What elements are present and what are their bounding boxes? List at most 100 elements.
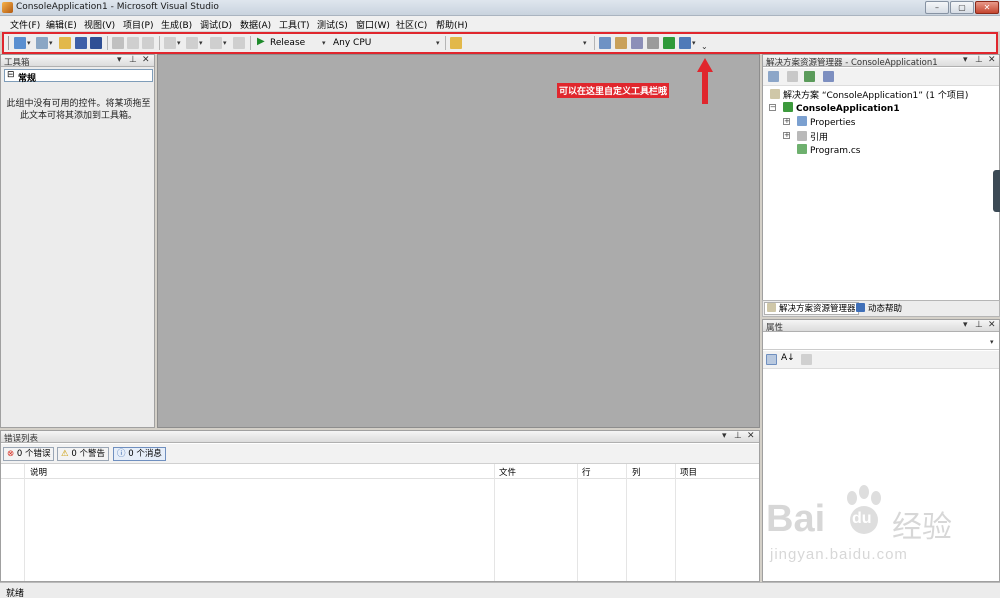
- close-button[interactable]: ✕: [975, 1, 999, 14]
- column-project[interactable]: 项目: [680, 466, 697, 478]
- column-column[interactable]: 列: [632, 466, 641, 478]
- collapse-icon[interactable]: ⊟: [7, 70, 15, 80]
- column-description[interactable]: 说明: [30, 466, 47, 478]
- object-browser-icon[interactable]: [631, 37, 643, 49]
- document-well[interactable]: [157, 54, 760, 428]
- toolbox-group-general[interactable]: ⊟ 常规: [4, 69, 153, 84]
- menu-data[interactable]: 数据(A): [240, 18, 271, 31]
- chevron-down-icon[interactable]: ▾: [692, 39, 696, 47]
- start-page-icon[interactable]: [663, 37, 675, 49]
- solution-configuration-select[interactable]: Release: [270, 38, 330, 48]
- chevron-down-icon[interactable]: ▾: [199, 39, 203, 47]
- tree-properties[interactable]: Properties: [797, 116, 855, 128]
- chevron-down-icon[interactable]: ▾: [27, 39, 31, 47]
- refresh-icon[interactable]: [804, 71, 815, 82]
- pin-icon[interactable]: ⊥: [975, 55, 983, 65]
- tab-solution-explorer[interactable]: 解决方案资源管理器: [764, 302, 859, 315]
- collapse-icon[interactable]: −: [769, 104, 776, 111]
- find-combo[interactable]: [466, 37, 590, 50]
- new-project-icon[interactable]: [14, 37, 26, 49]
- chevron-down-icon[interactable]: ▾: [583, 39, 587, 47]
- close-icon[interactable]: ✕: [988, 55, 996, 65]
- open-file-icon[interactable]: [59, 37, 71, 49]
- properties-icon[interactable]: [768, 71, 779, 82]
- solution-platform-select[interactable]: Any CPU: [333, 38, 443, 48]
- properties-title: 属性: [766, 323, 784, 333]
- properties-window-icon[interactable]: [615, 37, 627, 49]
- menu-file[interactable]: 文件(F): [10, 18, 40, 31]
- menu-window[interactable]: 窗口(W): [356, 18, 390, 31]
- view-class-diagram-icon[interactable]: [823, 71, 834, 82]
- menu-build[interactable]: 生成(B): [161, 18, 192, 31]
- chevron-down-icon[interactable]: ▾: [963, 55, 968, 65]
- chevron-down-icon[interactable]: ▾: [223, 39, 227, 47]
- start-debugging-icon[interactable]: ▶: [257, 36, 265, 47]
- solution-explorer-icon[interactable]: [599, 37, 611, 49]
- toolbar-grip[interactable]: [8, 36, 9, 50]
- tree-references[interactable]: 引用: [797, 130, 828, 143]
- show-all-files-icon[interactable]: [787, 71, 798, 82]
- close-icon[interactable]: ✕: [747, 431, 755, 441]
- solution-explorer-toolbar: [763, 68, 999, 86]
- close-icon[interactable]: ✕: [988, 320, 996, 330]
- command-window-icon[interactable]: [679, 37, 691, 49]
- chevron-down-icon[interactable]: ▾: [963, 320, 968, 330]
- menu-community[interactable]: 社区(C): [396, 18, 427, 31]
- maximize-button[interactable]: ▢: [950, 1, 974, 14]
- column-file[interactable]: 文件: [499, 466, 516, 478]
- side-handle[interactable]: [993, 170, 1000, 212]
- chevron-down-icon[interactable]: ▾: [177, 39, 181, 47]
- menu-tools[interactable]: 工具(T): [279, 18, 310, 31]
- copy-icon[interactable]: [127, 37, 139, 49]
- categorized-icon[interactable]: [766, 354, 777, 365]
- tree-project[interactable]: ConsoleApplication1: [783, 102, 900, 114]
- red-arrow-up-icon: [697, 58, 713, 104]
- menu-edit[interactable]: 编辑(E): [46, 18, 77, 31]
- expand-icon[interactable]: +: [783, 132, 790, 139]
- title-bar: ConsoleApplication1 - Microsoft Visual S…: [0, 0, 1000, 16]
- errors-filter-button[interactable]: ⊗ 0 个错误: [3, 447, 55, 461]
- alphabetical-icon[interactable]: A↓: [781, 353, 795, 363]
- chevron-down-icon[interactable]: ▾: [436, 39, 440, 47]
- close-icon[interactable]: ✕: [142, 55, 150, 65]
- chevron-down-icon[interactable]: ▾: [49, 39, 53, 47]
- chevron-down-icon[interactable]: ▾: [322, 39, 326, 47]
- column-line[interactable]: 行: [582, 466, 591, 478]
- menu-test[interactable]: 测试(S): [317, 18, 348, 31]
- warnings-filter-button[interactable]: ⚠ 0 个警告: [57, 447, 109, 461]
- find-in-files-icon[interactable]: [450, 37, 462, 49]
- chevron-down-icon[interactable]: ▾: [722, 431, 727, 441]
- chevron-down-icon[interactable]: ▾: [990, 338, 994, 346]
- toolbar-separator: [445, 36, 446, 50]
- toolbar-options-icon[interactable]: ⌄: [701, 42, 708, 51]
- cut-icon[interactable]: [112, 37, 124, 49]
- redo-icon[interactable]: [186, 37, 198, 49]
- property-pages-icon[interactable]: [801, 354, 812, 365]
- pin-icon[interactable]: ⊥: [975, 320, 983, 330]
- save-icon[interactable]: [75, 37, 87, 49]
- navigate-backward-icon[interactable]: [210, 37, 222, 49]
- tree-program-cs[interactable]: Program.cs: [797, 144, 860, 156]
- pin-icon[interactable]: ⊥: [129, 55, 137, 65]
- object-selector[interactable]: ▾: [763, 334, 999, 350]
- menu-debug[interactable]: 调试(D): [200, 18, 232, 31]
- pin-icon[interactable]: ⊥: [734, 431, 742, 441]
- standard-toolbar: ▾ ▾ ▾ ▾ ▾ ▶ Release ▾ Any CPU ▾ ▾ ▾ ⌄: [2, 32, 998, 54]
- undo-icon[interactable]: [164, 37, 176, 49]
- add-item-icon[interactable]: [36, 37, 48, 49]
- save-all-icon[interactable]: [90, 37, 102, 49]
- properties-folder-icon: [797, 116, 807, 126]
- messages-filter-button[interactable]: ⓘ 0 个消息: [113, 447, 166, 461]
- expand-icon[interactable]: +: [783, 118, 790, 125]
- tab-dynamic-help[interactable]: 动态帮助: [856, 303, 902, 316]
- tree-solution[interactable]: 解决方案 “ConsoleApplication1” (1 个项目): [770, 88, 968, 101]
- toolbox-icon[interactable]: [647, 37, 659, 49]
- chevron-down-icon[interactable]: ▾: [117, 55, 122, 65]
- navigate-forward-icon[interactable]: [233, 37, 245, 49]
- menu-view[interactable]: 视图(V): [84, 18, 115, 31]
- menu-project[interactable]: 项目(P): [123, 18, 153, 31]
- menu-help[interactable]: 帮助(H): [436, 18, 468, 31]
- paste-icon[interactable]: [142, 37, 154, 49]
- minimize-button[interactable]: –: [925, 1, 949, 14]
- solution-explorer-icon: [767, 303, 776, 312]
